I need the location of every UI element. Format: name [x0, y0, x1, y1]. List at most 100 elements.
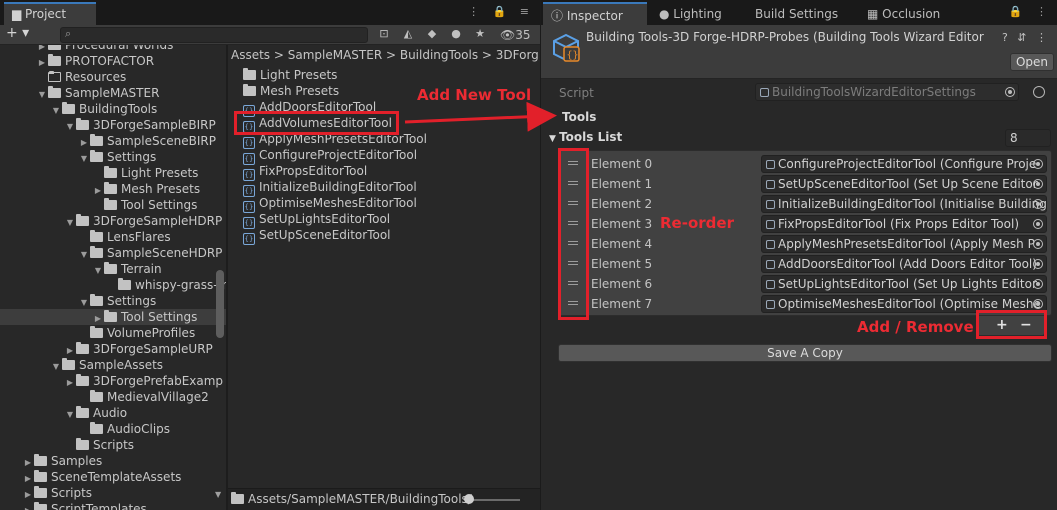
tools-list-foldout[interactable]: ▼ Tools List — [549, 130, 622, 144]
tree-item[interactable]: ▶ Samples — [0, 453, 226, 469]
save-a-copy-button[interactable]: Save A Copy — [558, 344, 1052, 362]
object-picker-icon[interactable] — [1033, 259, 1043, 269]
project-window-menu-icon[interactable]: ⋮ 🔒 ≡ — [468, 5, 534, 18]
element-object-field[interactable]: ConfigureProjectEditorTool (Configure Pr… — [761, 155, 1047, 173]
object-picker-icon[interactable] — [1033, 239, 1043, 249]
object-picker-icon[interactable] — [1033, 279, 1043, 289]
asset-item[interactable]: {} ConfigureProjectEditorTool — [243, 147, 417, 165]
tab-2[interactable]: Build Settings — [747, 2, 855, 25]
expand-right-icon[interactable]: ▶ — [22, 503, 34, 510]
element-object-field[interactable]: ApplyMeshPresetsEditorTool (Apply Mesh P — [761, 235, 1047, 253]
tree-item[interactable]: VolumeProfiles — [0, 325, 226, 341]
inspector-window-menu-icon[interactable]: 🔒 ⋮ — [1009, 5, 1052, 18]
inspector-title: Building Tools-3D Forge-HDRP-Probes (Bui… — [586, 30, 984, 44]
script-settings-icon[interactable] — [1033, 86, 1045, 98]
tree-item[interactable]: ▼ Settings — [0, 149, 226, 165]
element-value: SetUpLightsEditorTool (Set Up Lights Edi… — [778, 277, 1037, 291]
zoom-slider-handle[interactable] — [464, 494, 474, 504]
object-picker-icon[interactable] — [1033, 179, 1043, 189]
folder-icon — [48, 54, 61, 66]
folder-icon — [90, 294, 103, 306]
label-icon[interactable]: ◆ — [420, 27, 444, 40]
element-label: Element 0 — [591, 157, 653, 171]
folder-icon — [243, 68, 256, 80]
asset-item[interactable]: Mesh Presets — [243, 83, 339, 99]
tree-item-label: 3DForgeSampleBIRP — [93, 118, 216, 132]
tree-item[interactable]: ▼ SampleSceneHDRP — [0, 245, 226, 261]
folder-icon — [118, 278, 131, 290]
header-help-preset-menu-icons[interactable]: ? ⇵ ⋮ — [1002, 31, 1050, 44]
create-button[interactable]: + ▾ — [6, 25, 29, 41]
scroll-down-arrow-icon[interactable]: ▼ — [215, 490, 221, 499]
asset-item[interactable]: {} SetUpLightsEditorTool — [243, 211, 390, 229]
tree-item[interactable]: ▼ Terrain — [0, 261, 226, 277]
tree-item[interactable]: Light Presets — [0, 165, 226, 181]
tree-item[interactable]: ▶ 3DForgePrefabExamp — [0, 373, 226, 389]
open-button[interactable]: Open — [1010, 53, 1054, 71]
breadcrumb[interactable]: Assets > SampleMASTER > BuildingTools > … — [231, 48, 539, 62]
tree-item[interactable]: ▶ Scripts — [0, 485, 226, 501]
tree-item[interactable]: ▼ Audio — [0, 405, 226, 421]
tree-item-label: Settings — [107, 294, 157, 308]
element-value: SetUpSceneEditorTool (Set Up Scene Edito… — [778, 177, 1038, 191]
element-object-field[interactable]: AddDoorsEditorTool (Add Doors Editor Too… — [761, 255, 1047, 273]
zoom-slider-track[interactable] — [466, 499, 520, 501]
tree-item[interactable]: AudioClips — [0, 421, 226, 437]
tree-item[interactable]: ▶ Procedural Worlds — [0, 45, 226, 53]
object-picker-icon[interactable] — [1033, 199, 1043, 209]
tree-item[interactable]: ▼ 3DForgeSampleHDRP — [0, 213, 226, 229]
tree-item[interactable]: ▶ PROTOFACTOR — [0, 53, 226, 69]
tab-project[interactable]: ▆ Project — [4, 2, 96, 25]
element-label: Element 3 — [591, 217, 653, 231]
search-by-type-icon[interactable]: ⊡ — [372, 27, 396, 40]
tab-0[interactable]: ⓘ Inspector — [543, 2, 647, 25]
asset-item[interactable]: Light Presets — [243, 67, 337, 83]
tab-1[interactable]: ● Lighting — [651, 2, 743, 25]
element-object-field[interactable]: FixPropsEditorTool (Fix Props Editor Too… — [761, 215, 1047, 233]
asset-item[interactable]: {} FixPropsEditorTool — [243, 163, 367, 181]
warning-icon[interactable]: ● — [444, 27, 468, 40]
tree-item[interactable]: ▶ 3DForgeSampleURP — [0, 341, 226, 357]
tree-item[interactable]: ▼ BuildingTools — [0, 101, 226, 117]
tree-item[interactable]: ▼ Settings — [0, 293, 226, 309]
asset-item-label: SetUpSceneEditorTool — [259, 228, 391, 242]
tools-list-size-field[interactable]: 8 — [1005, 129, 1051, 147]
tree-item[interactable]: ▶ SampleSceneBIRP — [0, 133, 226, 149]
asset-item[interactable]: {} InitializeBuildingEditorTool — [243, 179, 417, 197]
tree-item-label: Tool Settings — [121, 198, 198, 212]
element-value: ConfigureProjectEditorTool (Configure Pr… — [778, 157, 1037, 171]
tree-scrollbar[interactable] — [216, 270, 224, 338]
tree-item[interactable]: whispy-grass-m — [0, 277, 226, 293]
object-picker-icon[interactable] — [1033, 299, 1043, 309]
tree-item[interactable]: Scripts — [0, 437, 226, 453]
asset-item[interactable]: {} SetUpSceneEditorTool — [243, 227, 391, 245]
tree-item[interactable]: LensFlares — [0, 229, 226, 245]
element-object-field[interactable]: SetUpSceneEditorTool (Set Up Scene Edito… — [761, 175, 1047, 193]
tree-item[interactable]: ▶ Mesh Presets — [0, 181, 226, 197]
tree-item-label: whispy-grass-m — [135, 278, 226, 292]
folder-icon — [90, 422, 103, 434]
tree-item[interactable]: ▶ Tool Settings — [0, 309, 226, 325]
project-toolbar: + ▾ ⌕ ⊡ ◭ ◆ ● ★ 👁35 — [0, 25, 540, 45]
tree-item[interactable]: ▼ 3DForgeSampleBIRP — [0, 117, 226, 133]
tree-item[interactable]: ▼ SampleAssets — [0, 357, 226, 373]
favorite-star-icon[interactable]: ★ — [468, 27, 492, 40]
object-picker-icon[interactable] — [1033, 159, 1043, 169]
tree-item[interactable]: ▶ ScriptTemplates — [0, 501, 226, 510]
folder-icon — [34, 486, 47, 498]
filter-type-icon[interactable]: ◭ — [396, 27, 420, 40]
annotation-highlight-add-volumes — [234, 111, 399, 135]
object-picker-icon[interactable] — [1033, 219, 1043, 229]
tree-item[interactable]: Resources — [0, 69, 226, 85]
tab-3[interactable]: ▦ Occlusion — [859, 2, 951, 25]
tree-item[interactable]: ▶ SceneTemplateAssets — [0, 469, 226, 485]
hidden-packages-toggle[interactable]: 👁35 — [500, 28, 531, 42]
element-object-field[interactable]: InitializeBuildingEditorTool (Initialise… — [761, 195, 1047, 213]
element-object-field[interactable]: SetUpLightsEditorTool (Set Up Lights Edi… — [761, 275, 1047, 293]
tree-item[interactable]: Tool Settings — [0, 197, 226, 213]
tree-item[interactable]: ▼ SampleMASTER — [0, 85, 226, 101]
search-input[interactable]: ⌕ — [60, 27, 368, 43]
tree-item[interactable]: MedievalVillage2 — [0, 389, 226, 405]
asset-item[interactable]: {} OptimiseMeshesEditorTool — [243, 195, 417, 213]
asset-item-label: InitializeBuildingEditorTool — [259, 180, 417, 194]
